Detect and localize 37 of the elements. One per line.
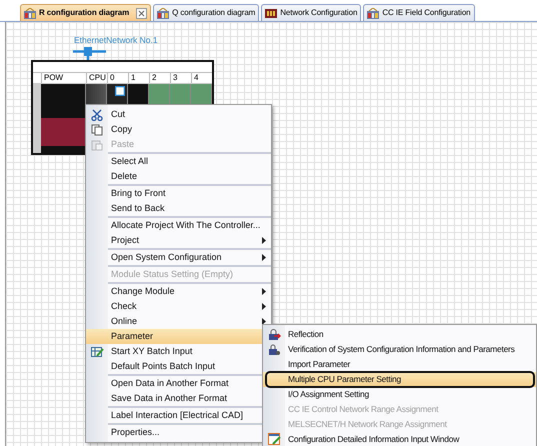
tab[interactable]: R configuration diagram (20, 4, 152, 21)
tab[interactable]: Q configuration diagram (153, 4, 260, 21)
lock-search-icon (268, 344, 280, 356)
menu-item[interactable]: Bring to Front (86, 186, 271, 201)
menu-item[interactable]: Verification of System Configuration Information and Parameters (263, 342, 536, 357)
menu-item[interactable]: Check (86, 299, 271, 314)
menu-item[interactable]: I/O Assignment Setting (263, 387, 536, 402)
menu-item[interactable]: Online (86, 314, 271, 329)
lock-arrow-icon (268, 328, 280, 340)
copy-icon (91, 124, 103, 136)
module[interactable] (41, 84, 86, 153)
port-icon (115, 86, 125, 96)
menu-item[interactable]: Configuration Detailed Information Input Window (263, 432, 536, 446)
menu-item[interactable]: Cut (86, 107, 271, 122)
rack-icon (367, 8, 380, 18)
table-pencil-icon (90, 346, 104, 358)
menu-item[interactable]: Allocate Project With The Controller... (86, 218, 271, 233)
paste-icon (91, 138, 103, 150)
window-pencil-icon (268, 433, 280, 446)
rack-icon (24, 8, 36, 18)
menu-item[interactable]: Send to Back (86, 201, 271, 216)
close-icon[interactable] (136, 8, 148, 18)
tab[interactable]: CC IE Field Configuration (363, 4, 475, 21)
network-icon (265, 8, 278, 18)
scissors-icon (91, 108, 103, 120)
tab[interactable]: Network Configuration (261, 4, 362, 21)
menu-item[interactable]: Project (86, 233, 271, 248)
menu-item[interactable]: Delete (86, 169, 271, 184)
network-bus-icon (73, 47, 106, 56)
menu-item[interactable]: Copy (86, 122, 271, 137)
menu-item[interactable]: Change Module (86, 284, 271, 299)
network-label: EthernetNetwork No.1 (74, 34, 158, 47)
menu-item[interactable]: Open System Configuration (86, 250, 271, 265)
rack-icon (157, 8, 170, 18)
menu-item[interactable]: Import Parameter (263, 357, 536, 372)
menu-item[interactable]: Select All (86, 154, 271, 169)
module-panel (41, 118, 85, 146)
